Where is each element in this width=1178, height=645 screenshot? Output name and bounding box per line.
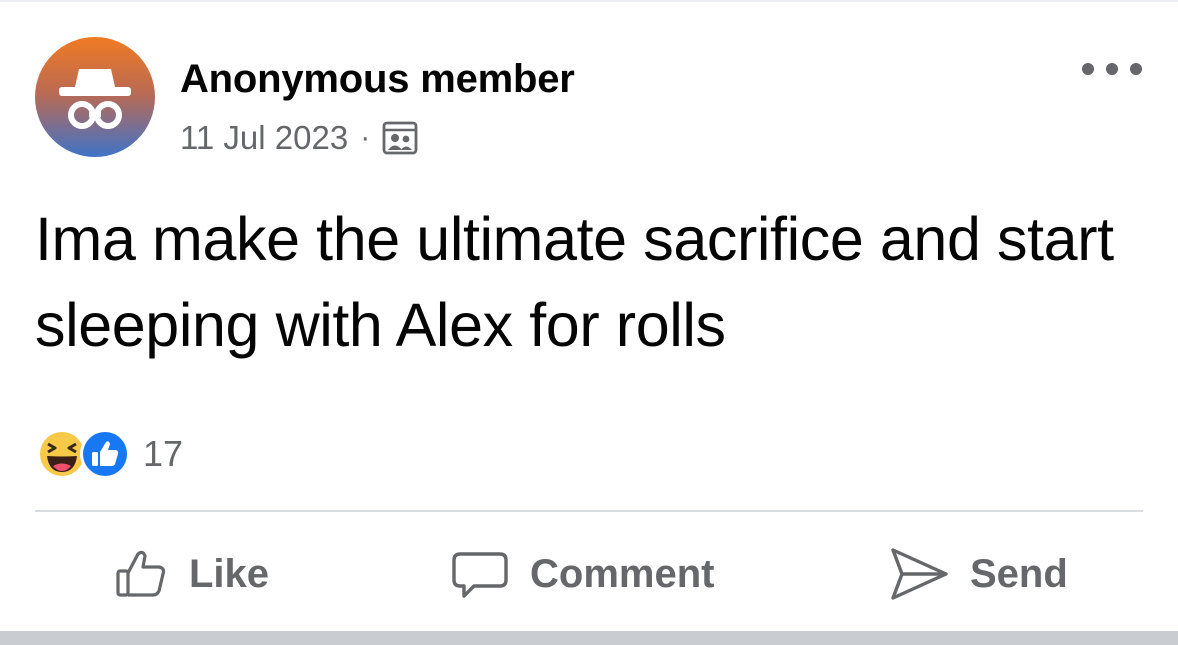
feed-separator — [0, 631, 1178, 645]
more-options-button[interactable] — [1082, 58, 1142, 80]
divider — [35, 510, 1143, 512]
reaction-count: 17 — [143, 433, 184, 474]
post-date[interactable]: 11 Jul 2023 — [180, 118, 348, 158]
more-options-icon — [1082, 63, 1094, 75]
like-reaction-icon — [80, 429, 130, 479]
comment-button[interactable]: Comment — [450, 532, 714, 616]
anonymous-spy-icon — [59, 69, 131, 129]
comment-bubble-icon — [452, 552, 508, 598]
thumbs-up-icon — [116, 550, 166, 597]
more-dot — [1130, 63, 1142, 75]
group-audience-icon — [382, 121, 418, 155]
post-card: Anonymous member 11 Jul 2023 · Ima make … — [0, 0, 1178, 645]
more-dot — [1106, 63, 1118, 75]
reactions-summary[interactable]: 17 — [35, 428, 183, 480]
action-bar: Like Comment Send — [0, 532, 1178, 616]
avatar[interactable] — [35, 37, 155, 157]
send-button[interactable]: Send — [888, 532, 1068, 616]
send-label: Send — [970, 552, 1068, 596]
author-name[interactable]: Anonymous member — [180, 55, 575, 103]
post-meta: 11 Jul 2023 · — [180, 117, 418, 159]
like-button[interactable]: Like — [113, 532, 269, 616]
meta-separator: · — [360, 121, 371, 154]
like-label: Like — [189, 552, 270, 596]
send-arrow-icon — [891, 548, 948, 600]
comment-label: Comment — [530, 552, 715, 596]
post-text: Ima make the ultimate sacrifice and star… — [35, 205, 1114, 359]
